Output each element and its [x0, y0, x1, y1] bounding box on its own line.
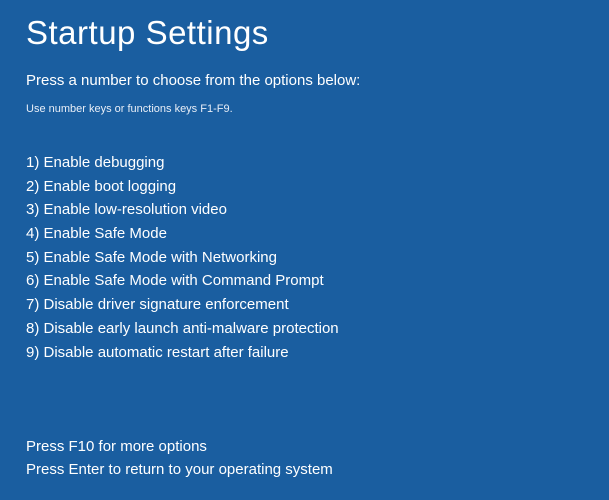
page-title: Startup Settings [26, 14, 583, 52]
option-disable-automatic-restart[interactable]: 9) Disable automatic restart after failu… [26, 341, 583, 365]
option-disable-driver-signature-enforcement[interactable]: 7) Disable driver signature enforcement [26, 293, 583, 317]
option-enable-boot-logging[interactable]: 2) Enable boot logging [26, 175, 583, 199]
option-enable-safe-mode-networking[interactable]: 5) Enable Safe Mode with Networking [26, 246, 583, 270]
option-disable-early-launch-anti-malware[interactable]: 8) Disable early launch anti-malware pro… [26, 317, 583, 341]
instruction-subtitle: Press a number to choose from the option… [26, 72, 583, 89]
footer-more-options[interactable]: Press F10 for more options [26, 436, 583, 459]
input-hint: Use number keys or functions keys F1-F9. [26, 103, 583, 115]
options-list: 1) Enable debugging 2) Enable boot loggi… [26, 151, 583, 364]
option-enable-debugging[interactable]: 1) Enable debugging [26, 151, 583, 175]
option-enable-safe-mode[interactable]: 4) Enable Safe Mode [26, 222, 583, 246]
option-enable-safe-mode-command-prompt[interactable]: 6) Enable Safe Mode with Command Prompt [26, 269, 583, 293]
footer-return-os[interactable]: Press Enter to return to your operating … [26, 459, 583, 482]
option-enable-low-resolution-video[interactable]: 3) Enable low-resolution video [26, 198, 583, 222]
